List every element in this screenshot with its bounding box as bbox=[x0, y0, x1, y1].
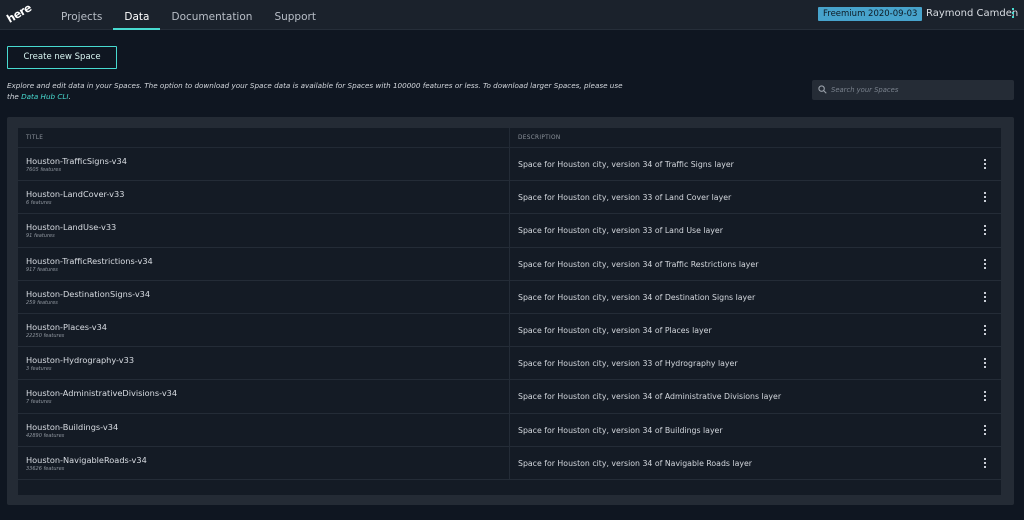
space-title[interactable]: Houston-DestinationSigns-v34 bbox=[26, 289, 509, 299]
create-space-button[interactable]: Create new Space bbox=[7, 46, 117, 69]
nav-projects[interactable]: Projects bbox=[50, 0, 113, 30]
row-menu-icon[interactable] bbox=[983, 192, 987, 204]
space-title[interactable]: Houston-LandUse-v33 bbox=[26, 222, 509, 232]
spaces-panel: TITLE DESCRIPTION Houston-TrafficSigns-v… bbox=[7, 117, 1014, 505]
row-title-cell: Houston-TrafficRestrictions-v34 917 featu… bbox=[18, 247, 510, 280]
column-description[interactable]: DESCRIPTION bbox=[510, 128, 1001, 147]
row-title-cell: Houston-LandCover-v33 6 features bbox=[18, 181, 510, 214]
feature-count: 42890 features bbox=[26, 432, 65, 439]
table-row[interactable]: Houston-NavigableRoads-v34 33626 features… bbox=[18, 446, 1001, 480]
table-row[interactable]: Houston-DestinationSigns-v34 259 features… bbox=[18, 280, 1001, 314]
row-title-cell: Houston-Buildings-v34 42890 features bbox=[18, 413, 510, 446]
space-description: Space for Houston city, version 34 of Tr… bbox=[518, 160, 734, 169]
row-title-cell: Houston-NavigableRoads-v34 33626 features bbox=[18, 446, 510, 479]
space-title[interactable]: Houston-NavigableRoads-v34 bbox=[26, 455, 509, 465]
table-row[interactable]: Houston-Buildings-v34 42890 features Space… bbox=[18, 413, 1001, 447]
feature-count: 22250 features bbox=[26, 332, 65, 339]
row-menu-icon[interactable] bbox=[983, 291, 987, 304]
space-description: Space for Houston city, version 34 of De… bbox=[518, 292, 756, 302]
space-title[interactable]: Houston-Hydrography-v33 bbox=[26, 355, 509, 365]
intro-text: Explore and edit data in your Spaces. Th… bbox=[7, 80, 627, 102]
intro-text-after: . bbox=[68, 92, 71, 101]
nav-data[interactable]: Data bbox=[113, 0, 161, 30]
table-row[interactable]: Houston-AdministrativeDivisions-v34 7 fea… bbox=[18, 380, 1001, 414]
space-description: Space for Houston city, version 34 of Bu… bbox=[518, 425, 723, 435]
feature-count: 7605 features bbox=[26, 167, 62, 173]
nav-documentation[interactable]: Documentation bbox=[160, 0, 263, 30]
feature-count: 91 features bbox=[26, 233, 55, 240]
row-menu-icon[interactable] bbox=[983, 324, 987, 337]
space-description: Space for Houston city, version 33 of La… bbox=[518, 226, 723, 236]
user-name[interactable]: Raymond Camden bbox=[926, 7, 1018, 21]
space-description: Space for Houston city, version 33 of Hy… bbox=[518, 359, 738, 369]
feature-count: 259 features bbox=[26, 299, 58, 306]
row-menu-icon[interactable] bbox=[983, 159, 987, 171]
table-row[interactable]: Houston-Places-v34 22250 features Space fo… bbox=[18, 313, 1001, 348]
row-menu-icon[interactable] bbox=[983, 391, 987, 403]
row-menu-icon[interactable] bbox=[983, 358, 987, 370]
nav-support[interactable]: Support bbox=[263, 0, 327, 30]
table-row[interactable]: Houston-TrafficRestrictions-v34 917 featu… bbox=[18, 247, 1001, 281]
row-title-cell: Houston-TrafficSigns-v34 7605 features bbox=[18, 148, 510, 181]
row-title-cell: Houston-LandUse-v33 91 features bbox=[18, 214, 510, 247]
row-menu-icon[interactable] bbox=[983, 424, 987, 437]
spaces-table: TITLE DESCRIPTION Houston-TrafficSigns-v… bbox=[18, 128, 1001, 495]
table-header: TITLE DESCRIPTION bbox=[18, 128, 1001, 148]
space-title[interactable]: Houston-Places-v34 bbox=[26, 322, 509, 332]
space-title[interactable]: Houston-Buildings-v34 bbox=[26, 422, 509, 432]
row-menu-icon[interactable] bbox=[983, 457, 987, 470]
feature-count: 917 features bbox=[26, 266, 58, 273]
space-description: Space for Houston city, version 34 of Pl… bbox=[518, 325, 712, 335]
feature-count: 33626 features bbox=[26, 465, 65, 472]
table-row[interactable]: Houston-Hydrography-v33 3 features Space f… bbox=[18, 347, 1001, 381]
row-title-cell: Houston-Places-v34 22250 features bbox=[18, 313, 510, 347]
user-menu-icon[interactable] bbox=[1011, 8, 1015, 20]
space-description: Space for Houston city, version 34 of Tr… bbox=[518, 259, 759, 269]
space-title[interactable]: Houston-AdministrativeDivisions-v34 bbox=[26, 388, 509, 398]
space-title[interactable]: Houston-TrafficRestrictions-v34 bbox=[26, 256, 509, 266]
column-title[interactable]: TITLE bbox=[18, 128, 510, 147]
data-hub-cli-link[interactable]: Data Hub CLI bbox=[21, 92, 68, 101]
logo-text: here bbox=[4, 1, 34, 26]
feature-count: 7 features bbox=[26, 399, 52, 406]
row-menu-icon[interactable] bbox=[983, 258, 987, 271]
top-bar: here Projects Data Documentation Support… bbox=[0, 0, 1024, 30]
search-box bbox=[812, 80, 1014, 100]
space-description: Space for Houston city, version 34 of Na… bbox=[518, 458, 753, 468]
plan-badge[interactable]: Freemium 2020-09-03 bbox=[818, 7, 923, 21]
table-row[interactable]: Houston-TrafficSigns-v34 7605 features Spa… bbox=[18, 148, 1001, 182]
search-icon bbox=[818, 85, 827, 94]
table-row[interactable]: Houston-LandUse-v33 91 features Space for … bbox=[18, 214, 1001, 248]
feature-count: 6 features bbox=[26, 200, 52, 207]
here-logo[interactable]: here bbox=[4, 1, 34, 26]
row-title-cell: Houston-AdministrativeDivisions-v34 7 fea… bbox=[18, 380, 510, 413]
row-menu-icon[interactable] bbox=[983, 225, 987, 237]
table-body: Houston-TrafficSigns-v34 7605 features Spa… bbox=[18, 148, 1001, 480]
intro-text-before: Explore and edit data in your Spaces. Th… bbox=[7, 81, 623, 101]
row-title-cell: Houston-DestinationSigns-v34 259 features bbox=[18, 280, 510, 313]
row-title-cell: Houston-Hydrography-v33 3 features bbox=[18, 347, 510, 380]
space-title[interactable]: Houston-TrafficSigns-v34 bbox=[26, 156, 509, 166]
feature-count: 3 features bbox=[26, 366, 52, 373]
main-nav: Projects Data Documentation Support bbox=[50, 0, 327, 30]
space-title[interactable]: Houston-LandCover-v33 bbox=[26, 189, 509, 199]
space-description: Space for Houston city, version 34 of Ad… bbox=[518, 392, 782, 402]
search-input[interactable] bbox=[829, 80, 1009, 100]
space-description: Space for Houston city, version 33 of La… bbox=[518, 193, 732, 203]
table-row[interactable]: Houston-LandCover-v33 6 features Space for… bbox=[18, 181, 1001, 215]
